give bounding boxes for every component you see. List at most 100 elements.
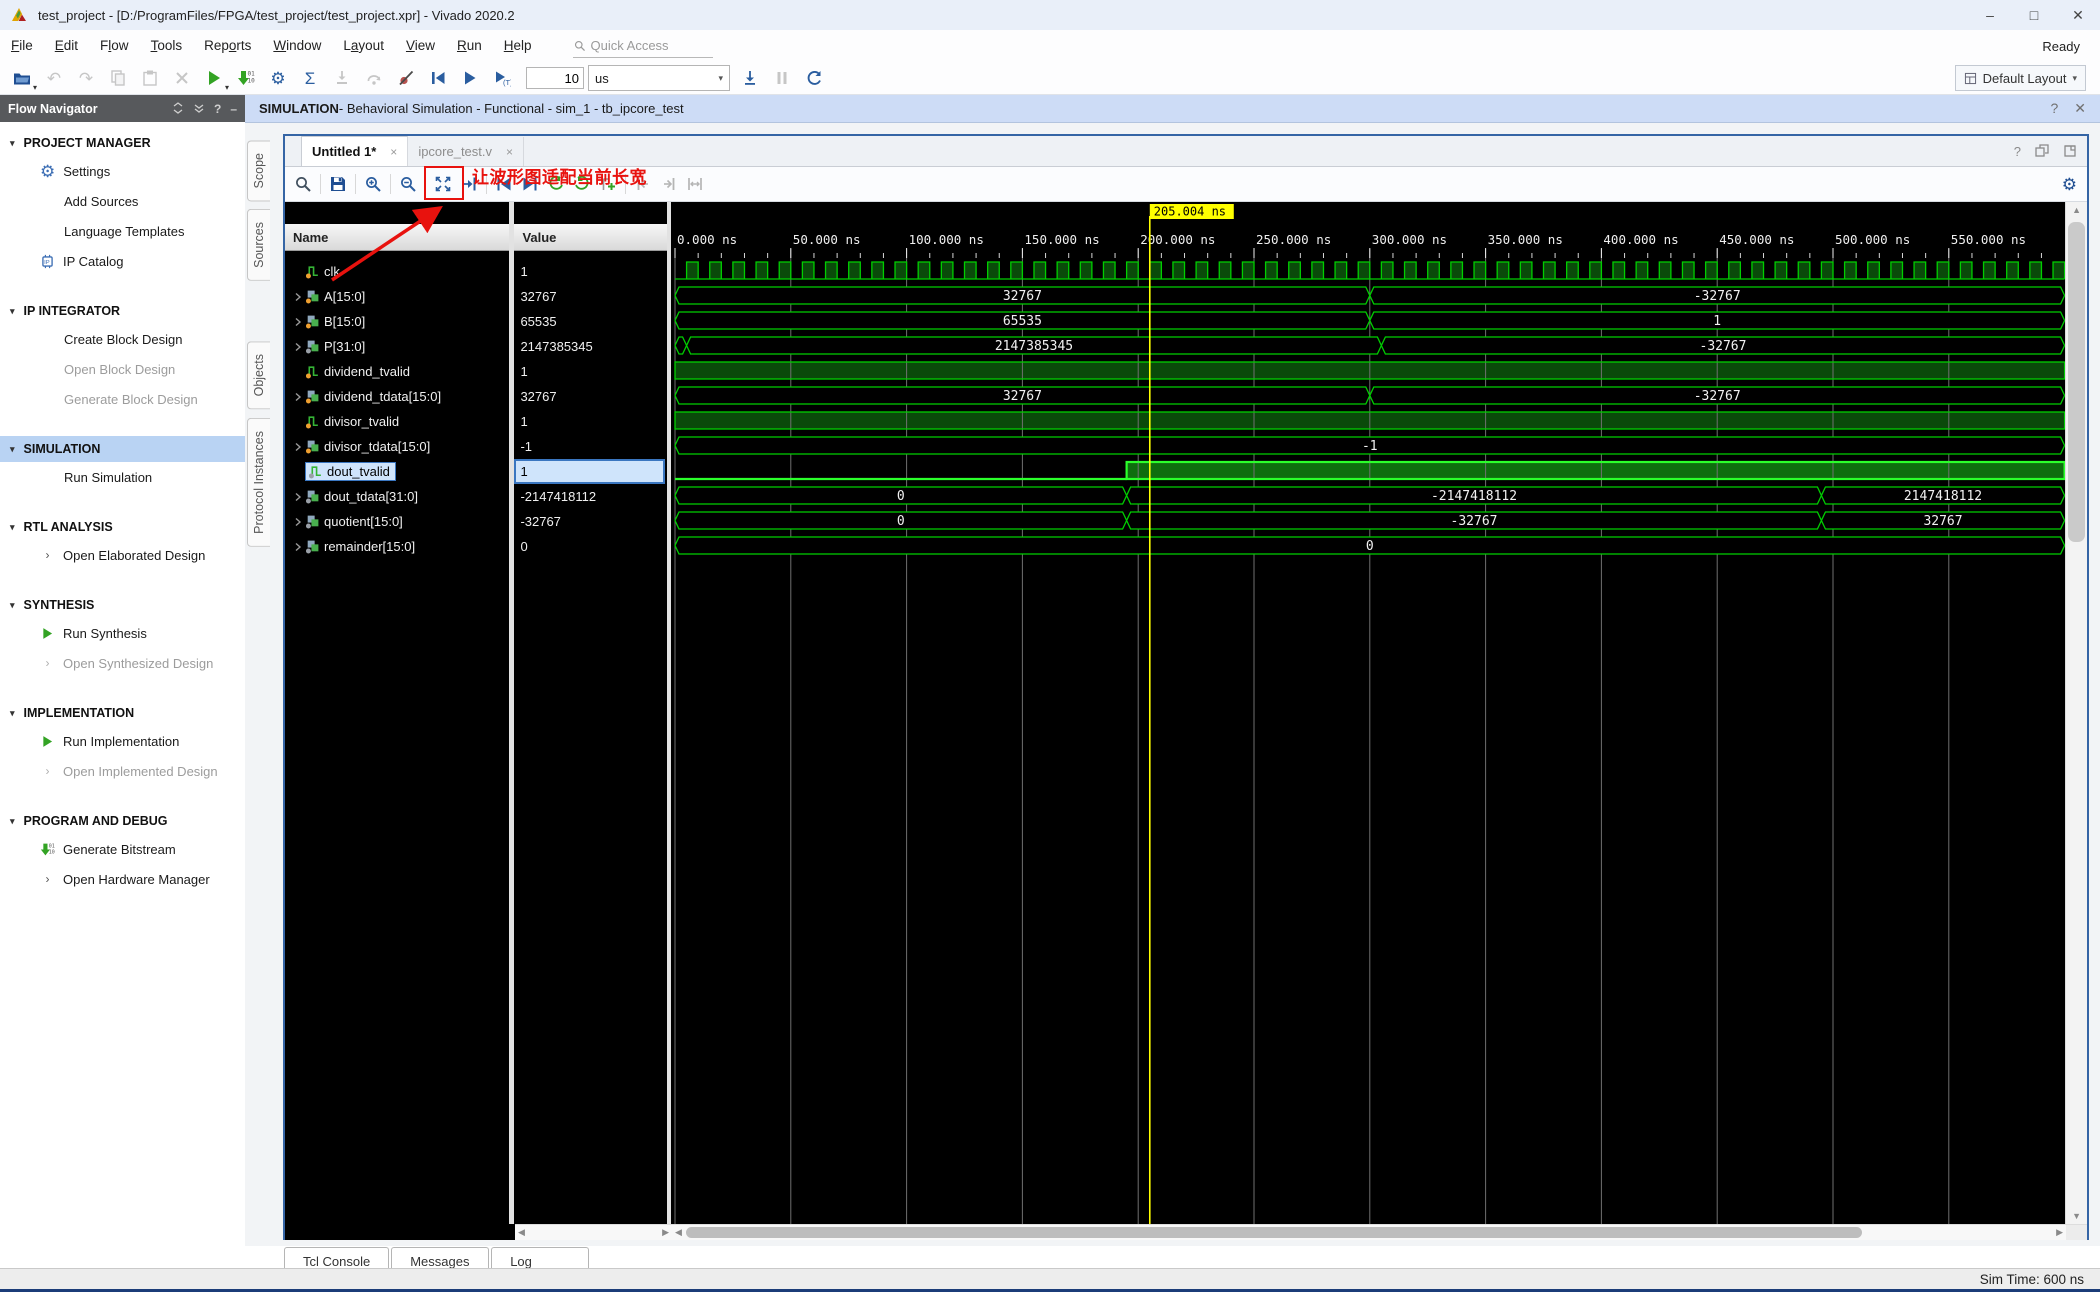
signal-value-divisor-tvalid[interactable]: 1 [514,409,667,434]
flow-item-settings[interactable]: ⚙ Settings [0,156,245,186]
close-tab-icon[interactable]: × [506,145,513,159]
help-icon[interactable]: ? [214,102,221,116]
signal-value-remainder-15-0-[interactable]: 0 [514,534,667,559]
scroll-down-icon[interactable]: ▼ [2066,1208,2087,1224]
side-tab-sources[interactable]: Sources [247,209,270,282]
float-window-icon[interactable] [2035,144,2049,158]
delete-button[interactable] [167,65,197,91]
redo-button[interactable]: ↷ [71,65,101,91]
value-column-header[interactable]: Value [514,224,668,251]
expand-chevron-icon[interactable] [291,542,305,552]
signal-value-dout-tdata-31-0-[interactable]: -2147418112 [514,484,667,509]
flow-item-add-sources[interactable]: Add Sources [0,186,245,216]
zoom-out-button[interactable] [396,172,420,196]
next-transition-button[interactable] [657,172,681,196]
maximize-pane-icon[interactable] [2063,144,2077,158]
wave-settings-gear-icon[interactable]: ⚙ [2062,176,2077,193]
expand-chevron-icon[interactable] [291,392,305,402]
scroll-left-icon[interactable]: ◀ [675,1227,682,1238]
document-tab-untitled-1-[interactable]: Untitled 1* × [301,136,409,166]
collapse-all-icon[interactable] [172,101,184,114]
zoom-in-button[interactable] [361,172,385,196]
signal-row-divisor-tvalid[interactable]: divisor_tvalid [285,409,509,434]
help-icon[interactable]: ? [2050,100,2058,117]
minimize-panel-icon[interactable]: – [230,102,237,116]
signal-row-b-15-0-[interactable]: B[15:0] [285,309,509,334]
menu-flow[interactable]: Flow [89,30,140,62]
signal-value-divisor-tdata-15-0-[interactable]: -1 [514,434,667,459]
layout-selector[interactable]: Default Layout ▾ [1954,65,2086,91]
flow-item-open-elaborated-design[interactable]: › Open Elaborated Design [0,540,245,570]
folder-open-button[interactable]: ▾ [7,65,37,92]
flow-item-create-block-design[interactable]: Create Block Design [0,324,245,354]
menu-tools[interactable]: Tools [140,30,194,62]
help-icon[interactable]: ? [2014,144,2021,159]
signal-row-remainder-15-0-[interactable]: remainder[15:0] [285,534,509,559]
menu-edit[interactable]: Edit [44,30,89,62]
signal-value-dividend-tdata-15-0-[interactable]: 32767 [514,384,667,409]
signal-value-quotient-15-0-[interactable]: -32767 [514,509,667,534]
signal-value-dividend-tvalid[interactable]: 1 [514,359,667,384]
signal-value-clk[interactable]: 1 [514,259,667,284]
menu-window[interactable]: Window [262,30,332,62]
bitstream-button[interactable]: 01 10 [231,65,261,91]
close-button[interactable]: ✕ [2056,0,2100,30]
expand-chevron-icon[interactable] [291,317,305,327]
flow-item-run-simulation[interactable]: Run Simulation [0,462,245,492]
pause-button[interactable] [767,65,797,91]
side-tab-scope[interactable]: Scope [247,140,270,202]
copy-button[interactable] [103,65,133,91]
maximize-button[interactable]: □ [2012,0,2056,30]
menu-help[interactable]: Help [493,30,543,62]
flow-section-title[interactable]: ▾ PROJECT MANAGER [0,130,245,156]
signal-value-dout-tvalid[interactable]: 1 [514,459,666,484]
time-span-button[interactable] [683,172,707,196]
flow-item-language-templates[interactable]: Language Templates [0,216,245,246]
document-tab-ipcore-test-v[interactable]: ipcore_test.v × [408,137,525,166]
flow-section-title[interactable]: ▾ IMPLEMENTATION [0,700,245,726]
signal-row-p-31-0-[interactable]: P[31:0] [285,334,509,359]
expand-chevron-icon[interactable] [291,442,305,452]
clear-breakpoints-button[interactable] [391,65,421,91]
flow-item-run-implementation[interactable]: Run Implementation [0,726,245,756]
flow-section-title[interactable]: ▾ PROGRAM AND DEBUG [0,808,245,834]
signal-row-divisor-tdata-15-0-[interactable]: divisor_tdata[15:0] [285,434,509,459]
quick-access-search[interactable]: Quick Access [572,35,713,58]
expand-all-icon[interactable] [193,102,205,114]
restart-button[interactable] [423,65,453,91]
step-over-button[interactable] [359,65,389,91]
flow-item-generate-bitstream[interactable]: 01 10 Generate Bitstream [0,834,245,864]
vertical-scrollbar[interactable]: ▲ ▼ [2065,202,2087,1224]
gear-button[interactable]: ⚙ [263,65,293,91]
waveform-canvas[interactable]: 32767 -32767 65535 1 2147385345 -32767 32767 -3… [671,202,2066,1224]
signal-value-a-15-0-[interactable]: 32767 [514,284,667,309]
run-all-button[interactable] [455,65,485,91]
signal-value-b-15-0-[interactable]: 65535 [514,309,667,334]
run-time-input[interactable] [526,67,584,89]
signal-row-dout-tvalid[interactable]: dout_tvalid [285,459,509,484]
paste-button[interactable] [135,65,165,91]
vertical-scrollbar-thumb[interactable] [2068,222,2085,542]
relaunch-button[interactable] [799,65,829,91]
search-button[interactable] [291,172,315,196]
flow-item-open-implemented-design[interactable]: › Open Implemented Design [0,756,245,786]
menu-run[interactable]: Run [446,30,493,62]
menu-reports[interactable]: Reports [193,30,262,62]
close-tab-icon[interactable]: × [390,145,397,159]
flow-item-generate-block-design[interactable]: Generate Block Design [0,384,245,414]
run-button[interactable]: ▾ [199,65,229,92]
expand-chevron-icon[interactable] [291,342,305,352]
menu-file[interactable]: File [0,30,44,62]
menu-view[interactable]: View [395,30,446,62]
close-view-icon[interactable]: ✕ [2074,100,2086,117]
time-unit-select[interactable]: us ▾ [588,65,730,91]
step-button[interactable] [735,65,765,91]
scroll-up-icon[interactable]: ▲ [2066,202,2087,218]
side-tab-protocol-instances[interactable]: Protocol Instances [247,417,270,547]
flow-section-title[interactable]: ▾ IP INTEGRATOR [0,298,245,324]
expand-chevron-icon[interactable] [291,492,305,502]
values-horizontal-scrollbar[interactable]: ◀ ▶ [515,1224,672,1240]
flow-section-title[interactable]: ▾ SYNTHESIS [0,592,245,618]
wave-horizontal-scrollbar[interactable]: ◀ ▶ [672,1224,2066,1240]
expand-chevron-icon[interactable] [291,292,305,302]
